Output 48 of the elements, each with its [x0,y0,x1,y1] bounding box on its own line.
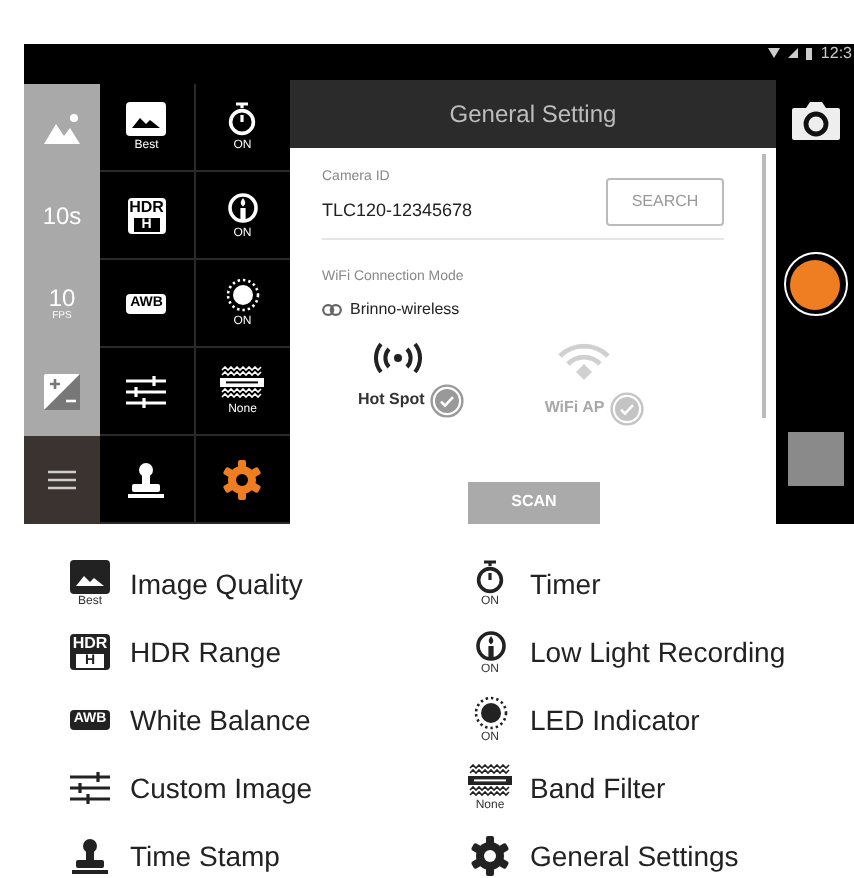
thumbnail-placeholder[interactable] [787,432,843,486]
legend-label: HDR Range [130,633,281,672]
sliders-icon [70,772,110,804]
legend-label: Custom Image [130,769,313,808]
wifi-signal-icon [768,48,781,58]
menu-button[interactable] [24,436,100,524]
status-time: 12:3 [820,45,852,61]
band-filter-icon [468,764,512,798]
stamp-icon [72,838,108,874]
battery-icon [806,47,813,59]
menu-icon [48,470,76,490]
image-icon [70,560,110,594]
wifi-icon [556,341,613,381]
check-circle-icon [610,391,645,425]
sliders-icon [126,375,167,407]
wifi-network-name: Brinno-wireless [350,297,460,321]
sun-icon [225,278,260,312]
band-filter-icon [220,366,265,400]
dialog-title: General Setting [290,80,776,148]
timer-icon [476,560,504,594]
setting-tile[interactable] [100,436,195,524]
legend-label: General Settings [530,837,739,876]
cell-signal-icon [788,48,799,58]
legend-label: Low Light Recording [530,633,786,672]
gear-icon [470,836,510,876]
setting-tile[interactable] [100,348,195,436]
sun-icon [473,696,507,730]
broadcast-icon [372,341,424,373]
timer-icon [228,102,257,136]
gear-icon [222,459,263,499]
legend-label: Timer [530,565,601,603]
legend-label: Time Stamp [130,837,280,876]
camera-icon[interactable] [789,98,841,142]
legend-label: LED Indicator [530,701,700,739]
legend-label: White Balance [130,701,311,739]
mountain-icon [44,112,80,144]
legend-label: Band Filter [530,769,666,807]
link-icon [322,303,342,315]
legend-label: Image Quality [130,565,303,604]
record-button[interactable] [783,252,847,316]
stamp-icon [128,461,165,497]
camera-id-value: TLC120-12345678 [322,197,473,223]
candle-icon [227,191,258,223]
image-icon [126,102,167,136]
mode-option[interactable]: Hot Spot [358,383,465,417]
check-circle-icon [430,383,465,417]
candle-icon [475,629,505,661]
exposure-icon [44,374,80,410]
